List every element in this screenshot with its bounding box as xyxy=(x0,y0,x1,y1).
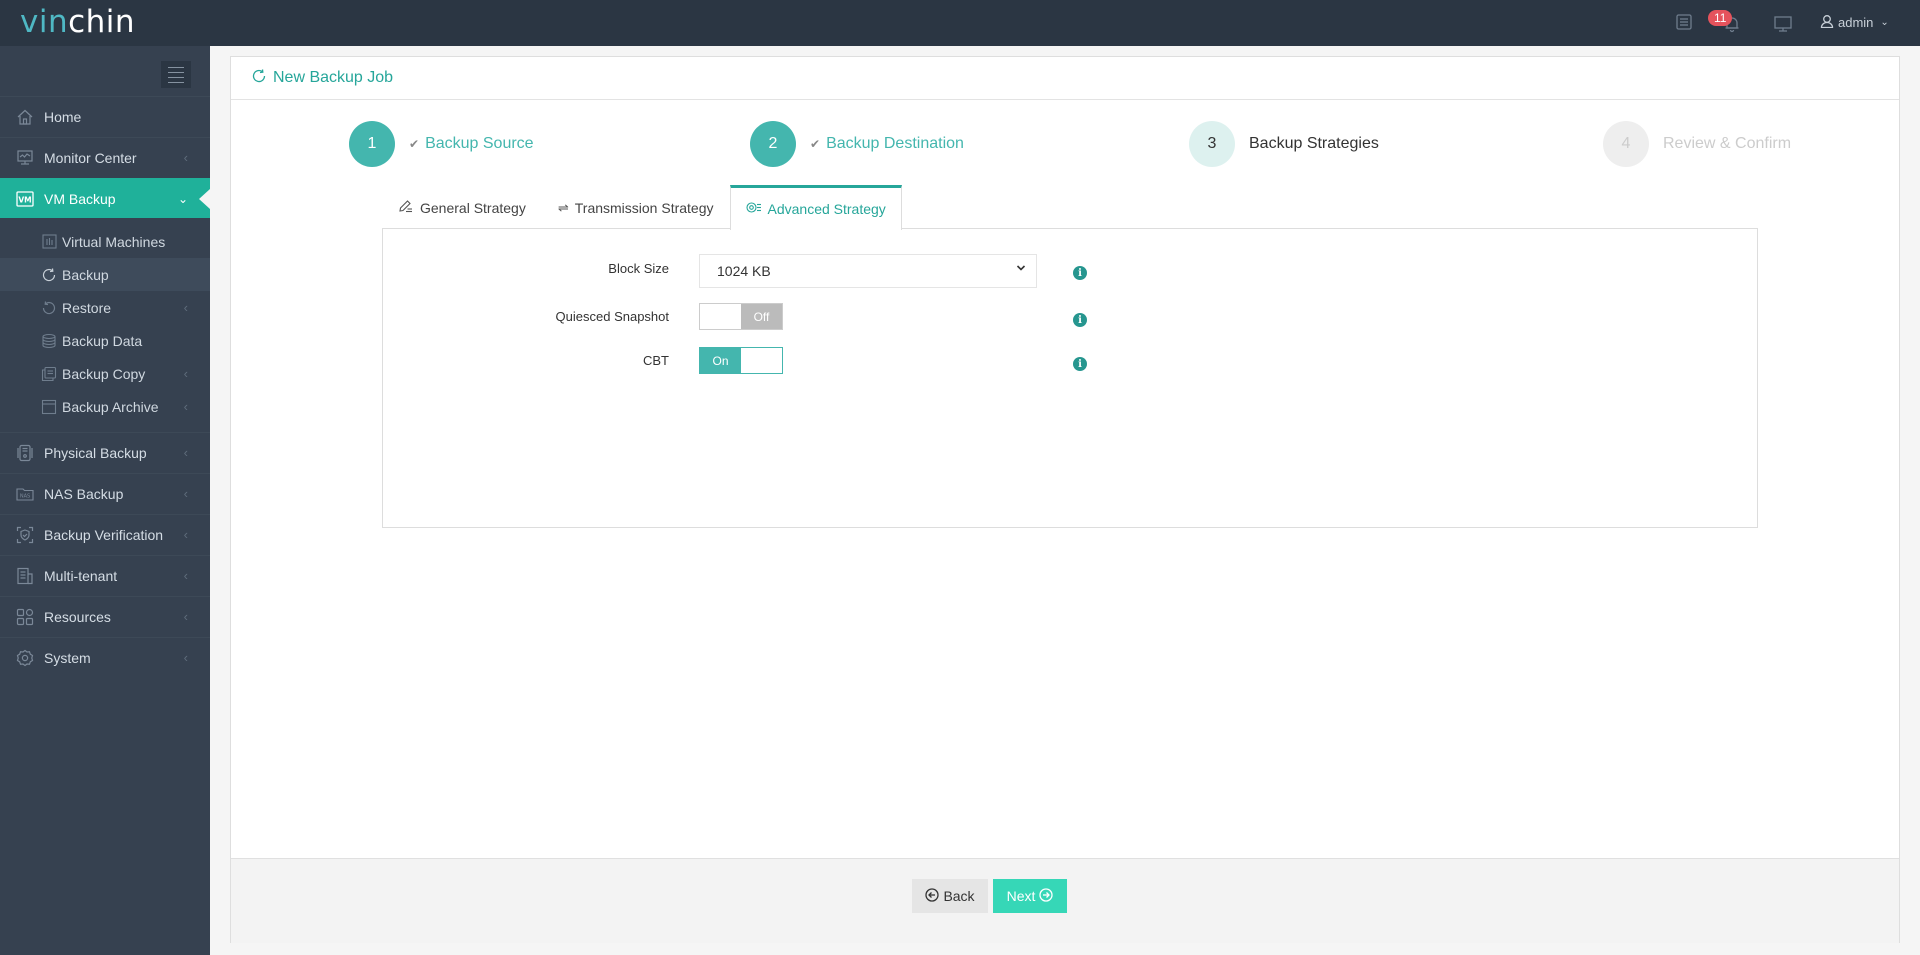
sidebar-item-resources[interactable]: Resources ‹ xyxy=(0,596,210,636)
svg-text:NAS: NAS xyxy=(20,493,30,499)
chevron-left-icon: ‹ xyxy=(183,445,188,460)
tab-general-strategy[interactable]: General Strategy xyxy=(382,185,542,229)
sidebar-subitem-backup-copy[interactable]: Backup Copy ‹ xyxy=(0,357,210,390)
sidebar-item-backup-verification[interactable]: Backup Verification ‹ xyxy=(0,514,210,554)
step-number: 2 xyxy=(750,121,796,167)
step-number: 3 xyxy=(1189,121,1235,167)
user-menu[interactable]: admin ⌄ xyxy=(1820,14,1889,31)
chevron-left-icon: ‹ xyxy=(183,366,188,381)
cbt-toggle[interactable]: On xyxy=(699,347,783,374)
shield-check-icon xyxy=(16,526,34,544)
task-list-icon[interactable] xyxy=(1675,13,1693,34)
advanced-settings-icon xyxy=(745,201,762,217)
sidebar-item-monitor-center[interactable]: Monitor Center ‹ xyxy=(0,137,210,177)
info-icon[interactable]: i xyxy=(1073,357,1087,371)
resources-icon xyxy=(16,608,34,626)
quiesced-snapshot-toggle[interactable]: Off xyxy=(699,303,783,330)
block-size-row: Block Size 1024 KB i xyxy=(383,254,1757,288)
wizard-footer: Back Next xyxy=(231,858,1899,943)
chevron-left-icon: ‹ xyxy=(183,486,188,501)
chevron-down-icon xyxy=(1016,263,1026,276)
pencil-icon xyxy=(398,199,414,216)
new-backup-job-panel: New Backup Job 1 ✔ Backup Source 2 ✔ Backu… xyxy=(230,56,1900,943)
sidebar-subitem-virtual-machines[interactable]: Virtual Machines xyxy=(0,225,210,258)
top-header: vinchin 11 admin ⌄ xyxy=(0,0,1920,46)
monitor-icon[interactable] xyxy=(1773,15,1793,36)
cbt-label: CBT xyxy=(643,353,669,368)
gear-icon xyxy=(16,649,34,667)
chevron-down-icon: ⌄ xyxy=(177,191,188,206)
sidebar-item-vm-backup[interactable]: VM VM Backup ⌄ xyxy=(0,178,210,218)
step-label: Backup Strategies xyxy=(1249,135,1379,152)
chevron-down-icon: ⌄ xyxy=(1880,17,1889,28)
transfer-icon: ⇌ xyxy=(557,199,569,215)
info-icon[interactable]: i xyxy=(1073,266,1087,280)
vm-list-icon xyxy=(41,234,57,250)
nas-icon: NAS xyxy=(16,485,34,503)
refresh-icon xyxy=(251,68,267,89)
chevron-left-icon: ‹ xyxy=(183,399,188,414)
copy-icon xyxy=(41,366,57,382)
notification-badge[interactable]: 11 xyxy=(1708,10,1733,26)
step-label: Backup Source xyxy=(425,135,534,152)
home-icon xyxy=(16,108,34,126)
sidebar-item-system[interactable]: System ‹ xyxy=(0,637,210,677)
database-icon xyxy=(41,333,57,349)
step-number: 4 xyxy=(1603,121,1649,167)
sidebar: Home Monitor Center ‹ VM VM Backup ⌄ Vir… xyxy=(0,46,210,955)
cbt-row: CBT On i xyxy=(383,347,1757,381)
building-icon xyxy=(16,567,34,585)
chevron-left-icon: ‹ xyxy=(183,150,188,165)
chevron-left-icon: ‹ xyxy=(183,300,188,315)
sidebar-item-multi-tenant[interactable]: Multi-tenant ‹ xyxy=(0,555,210,595)
wizard-step-backup-destination[interactable]: 2 ✔ Backup Destination xyxy=(750,121,964,167)
sidebar-item-physical-backup[interactable]: Physical Backup ‹ xyxy=(0,432,210,472)
archive-icon xyxy=(41,399,57,415)
chevron-left-icon: ‹ xyxy=(183,650,188,665)
sidebar-toggle-button[interactable] xyxy=(161,61,191,88)
block-size-select[interactable]: 1024 KB xyxy=(699,254,1037,288)
sidebar-subitem-backup-archive[interactable]: Backup Archive ‹ xyxy=(0,390,210,423)
tab-transmission-strategy[interactable]: ⇌ Transmission Strategy xyxy=(542,185,730,229)
step-label: Review & Confirm xyxy=(1663,135,1792,152)
wizard-step-backup-source[interactable]: 1 ✔ Backup Source xyxy=(349,121,534,167)
strategy-tabs: General Strategy ⇌ Transmission Strategy… xyxy=(382,185,902,230)
chevron-left-icon: ‹ xyxy=(183,568,188,583)
vm-icon: VM xyxy=(16,190,34,208)
wizard-step-backup-strategies: 3 Backup Strategies xyxy=(1189,121,1379,167)
user-icon xyxy=(1820,14,1834,31)
block-size-label: Block Size xyxy=(608,261,669,276)
quiesced-snapshot-row: Quiesced Snapshot Off i xyxy=(383,303,1757,337)
restore-icon xyxy=(41,300,57,316)
wizard-step-review-confirm: 4 Review & Confirm xyxy=(1603,121,1791,167)
quiesced-snapshot-label: Quiesced Snapshot xyxy=(555,309,669,324)
arrow-right-circle-icon xyxy=(1039,887,1054,905)
sidebar-item-nas-backup[interactable]: NAS NAS Backup ‹ xyxy=(0,473,210,513)
step-number: 1 xyxy=(349,121,395,167)
sidebar-subitem-restore[interactable]: Restore ‹ xyxy=(0,291,210,324)
step-label: Backup Destination xyxy=(826,135,964,152)
chevron-left-icon: ‹ xyxy=(183,527,188,542)
svg-text:VM: VM xyxy=(18,195,31,204)
chevron-left-icon: ‹ xyxy=(183,609,188,624)
next-button[interactable]: Next xyxy=(993,879,1067,913)
check-icon: ✔ xyxy=(810,137,821,151)
tab-advanced-strategy[interactable]: Advanced Strategy xyxy=(729,185,902,230)
back-button[interactable]: Back xyxy=(912,879,988,913)
sidebar-item-home[interactable]: Home xyxy=(0,96,210,136)
sidebar-subitem-backup[interactable]: Backup xyxy=(0,258,210,291)
user-name: admin xyxy=(1838,15,1874,30)
check-icon: ✔ xyxy=(409,137,420,151)
page-title: New Backup Job xyxy=(231,57,1899,100)
advanced-strategy-panel: Block Size 1024 KB i Quiesced Snapshot O… xyxy=(382,228,1758,528)
toggle-state: Off xyxy=(741,304,782,329)
monitor-center-icon xyxy=(16,149,34,167)
info-icon[interactable]: i xyxy=(1073,313,1087,327)
refresh-icon xyxy=(41,267,57,283)
vinchin-logo[interactable]: vinchin xyxy=(20,4,135,40)
toggle-state: On xyxy=(700,348,741,373)
arrow-left-circle-icon xyxy=(925,887,940,905)
sidebar-subitem-backup-data[interactable]: Backup Data xyxy=(0,324,210,357)
physical-server-icon xyxy=(16,444,34,462)
